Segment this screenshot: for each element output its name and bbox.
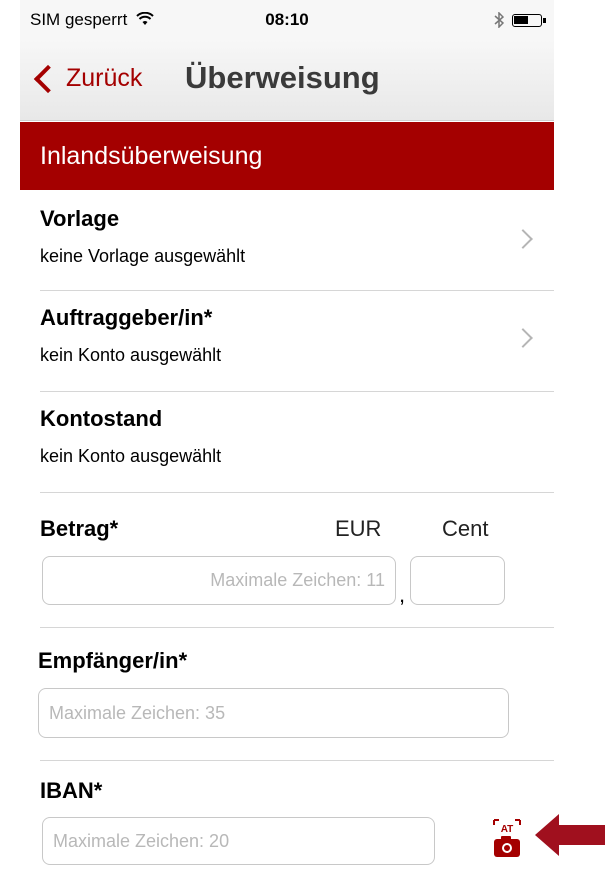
recipient-label: Empfänger/in*	[38, 648, 188, 673]
row-title: Kontostand	[40, 406, 163, 431]
camera-scan-text: AT	[501, 824, 514, 835]
bluetooth-icon	[494, 12, 504, 28]
divider	[40, 760, 554, 761]
row-title: Vorlage	[40, 206, 120, 231]
chevron-right-icon	[513, 328, 533, 348]
amount-label: Betrag*	[40, 516, 119, 541]
clock: 08:10	[265, 10, 309, 29]
battery-icon	[512, 13, 546, 27]
status-bar: SIM gesperrt 08:10	[20, 0, 554, 40]
divider	[40, 627, 554, 628]
pointer-arrow-icon	[535, 814, 605, 856]
row-subtitle: keine Vorlage ausgewählt	[40, 246, 246, 266]
app-screen: SIM gesperrt 08:10 Zurück Überweisung In…	[20, 0, 554, 874]
amount-eur-input[interactable]	[42, 556, 396, 605]
row-template[interactable]: Vorlage keine Vorlage ausgewählt	[40, 192, 554, 291]
row-balance: Kontostand kein Konto ausgewählt	[40, 392, 554, 493]
amount-cent-input[interactable]	[410, 556, 505, 605]
eur-label: EUR	[335, 516, 382, 541]
section-header-label: Inlandsüberweisung	[40, 142, 263, 170]
iban-scan-camera-button[interactable]: AT	[490, 818, 524, 858]
status-icons	[494, 12, 546, 28]
row-account[interactable]: Auftraggeber/in* kein Konto ausgewählt	[40, 291, 554, 392]
row-subtitle: kein Konto ausgewählt	[40, 345, 222, 365]
navigation-bar: Zurück Überweisung	[20, 40, 554, 121]
back-button[interactable]: Zurück	[32, 64, 142, 93]
cent-label: Cent	[442, 516, 489, 541]
row-title: Auftraggeber/in*	[40, 305, 213, 330]
camera-scan-icon: AT	[493, 819, 521, 857]
chevron-right-icon	[513, 229, 533, 249]
iban-label: IBAN*	[40, 778, 103, 803]
recipient-input[interactable]	[38, 688, 509, 738]
back-label: Zurück	[66, 64, 143, 92]
page-title: Überweisung	[185, 60, 380, 95]
row-subtitle: kein Konto ausgewählt	[40, 446, 222, 466]
iban-input[interactable]	[42, 817, 435, 865]
chevron-left-icon	[33, 64, 63, 93]
decimal-separator: ,	[399, 582, 406, 607]
section-header: Inlandsüberweisung	[20, 122, 554, 190]
